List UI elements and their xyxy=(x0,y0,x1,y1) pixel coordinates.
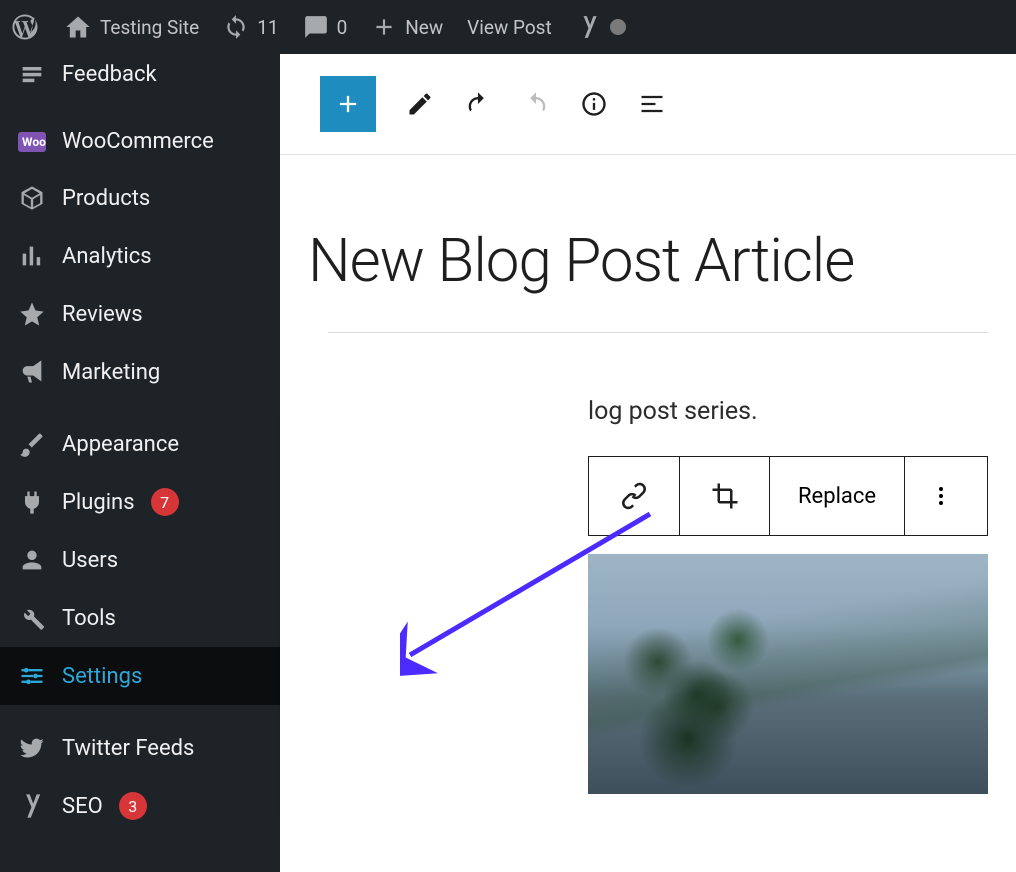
image-replace-button[interactable]: Replace xyxy=(769,457,904,535)
sidebar-item-marketing[interactable]: Marketing xyxy=(0,343,280,401)
brush-icon xyxy=(18,430,46,458)
admin-top-bar: Testing Site 11 0 New View Post xyxy=(0,0,1016,54)
bar-chart-icon xyxy=(18,242,46,270)
sliders-icon xyxy=(18,662,46,690)
sidebar-item-tools[interactable]: Tools xyxy=(0,589,280,647)
post-content-area: New Blog Post Article log post series. R… xyxy=(280,155,1016,794)
sidebar-item-seo[interactable]: SEO 3 xyxy=(0,777,280,835)
crop-icon xyxy=(710,481,740,511)
redo-icon xyxy=(522,90,550,118)
image-tree-foreground xyxy=(598,574,798,794)
list-view-icon xyxy=(638,90,666,118)
megaphone-icon xyxy=(18,358,46,386)
refresh-icon xyxy=(223,14,249,40)
site-name: Testing Site xyxy=(100,16,199,39)
image-link-button[interactable] xyxy=(589,457,679,535)
tools-mode-button[interactable] xyxy=(406,90,434,118)
sidebar-item-settings[interactable]: Settings xyxy=(0,647,280,705)
block-editor: New Blog Post Article log post series. R… xyxy=(280,54,1016,872)
seo-notif-badge: 3 xyxy=(119,792,147,820)
sidebar-item-woocommerce[interactable]: Woo WooCommerce xyxy=(0,114,280,169)
star-icon xyxy=(18,300,46,328)
yoast-icon xyxy=(576,14,602,40)
box-icon xyxy=(18,184,46,212)
undo-icon xyxy=(464,90,492,118)
user-icon xyxy=(18,546,46,574)
plug-icon xyxy=(18,488,46,516)
sidebar-item-users[interactable]: Users xyxy=(0,531,280,589)
image-more-button[interactable] xyxy=(904,457,976,535)
undo-button[interactable] xyxy=(464,90,492,118)
yoast-status-dot xyxy=(610,19,626,35)
sidebar-item-reviews[interactable]: Reviews xyxy=(0,285,280,343)
home-link[interactable]: Testing Site xyxy=(64,13,199,41)
sidebar-item-twitter-feeds[interactable]: Twitter Feeds xyxy=(0,719,280,777)
post-title[interactable]: New Blog Post Article xyxy=(308,195,988,332)
pencil-icon xyxy=(406,90,434,118)
yoast-link[interactable] xyxy=(576,14,626,40)
outline-button[interactable] xyxy=(638,90,666,118)
yoast-seo-icon xyxy=(18,792,46,820)
woo-icon: Woo xyxy=(18,132,46,152)
info-icon xyxy=(580,90,608,118)
more-vertical-icon xyxy=(929,484,953,508)
admin-sidebar: Feedback Woo WooCommerce Products Analyt… xyxy=(0,54,280,872)
comment-icon xyxy=(303,14,329,40)
sidebar-item-feedback[interactable]: Feedback xyxy=(0,54,280,94)
new-label: New xyxy=(405,16,443,39)
featured-image[interactable] xyxy=(588,554,988,794)
updates-count: 11 xyxy=(257,16,278,39)
add-block-button[interactable] xyxy=(320,76,376,132)
image-crop-button[interactable] xyxy=(679,457,769,535)
home-icon xyxy=(64,13,92,41)
sidebar-item-products[interactable]: Products xyxy=(0,169,280,227)
updates-link[interactable]: 11 xyxy=(223,14,278,40)
editor-top-toolbar xyxy=(280,54,1016,155)
wrench-icon xyxy=(18,604,46,632)
redo-button[interactable] xyxy=(522,90,550,118)
excerpt-fragment[interactable]: log post series. xyxy=(588,397,988,426)
image-block-toolbar: Replace xyxy=(588,456,988,536)
link-icon xyxy=(619,481,649,511)
new-link[interactable]: New xyxy=(371,14,443,40)
wordpress-logo[interactable] xyxy=(10,12,40,42)
sidebar-item-appearance[interactable]: Appearance xyxy=(0,415,280,473)
plus-icon xyxy=(334,90,362,118)
plus-icon xyxy=(371,14,397,40)
twitter-icon xyxy=(18,734,46,762)
sidebar-item-analytics[interactable]: Analytics xyxy=(0,227,280,285)
info-button[interactable] xyxy=(580,90,608,118)
comments-count: 0 xyxy=(337,16,348,39)
feedback-icon xyxy=(18,60,46,88)
plugins-update-badge: 7 xyxy=(151,488,179,516)
sidebar-item-plugins[interactable]: Plugins 7 xyxy=(0,473,280,531)
title-separator xyxy=(328,332,988,333)
comments-link[interactable]: 0 xyxy=(303,14,348,40)
view-post-link[interactable]: View Post xyxy=(467,16,552,39)
